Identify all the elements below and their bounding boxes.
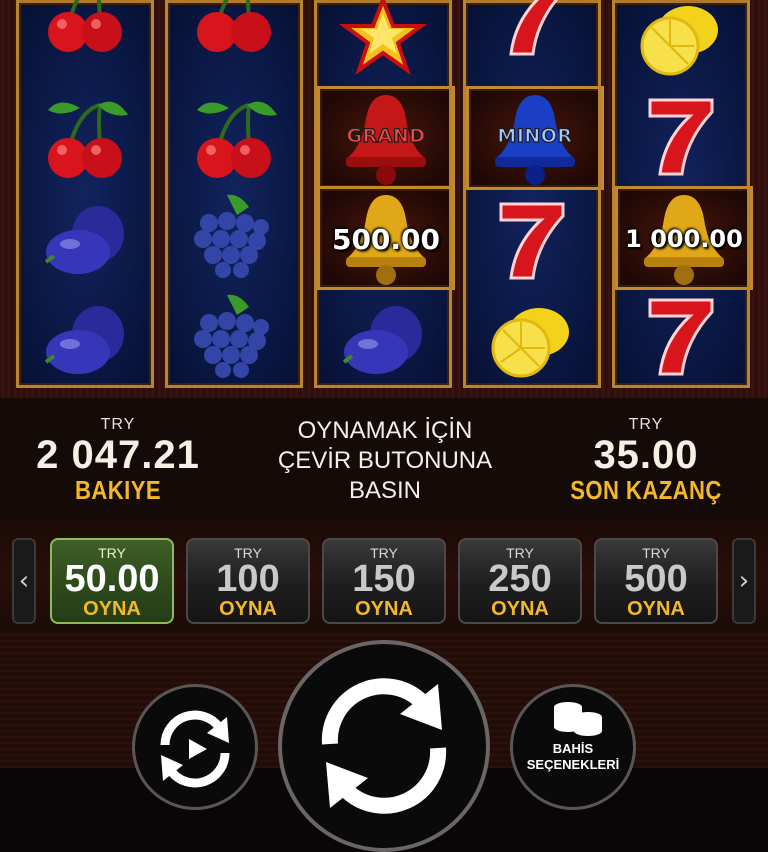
bet-next-arrow[interactable]: › xyxy=(732,538,756,624)
last-win-value: 35.00 xyxy=(593,433,699,477)
seven-icon xyxy=(612,286,750,386)
prompt-line-2: ÇEVİR BUTONUNA xyxy=(277,447,493,474)
bet-value: 150 xyxy=(352,558,416,600)
spin-button[interactable] xyxy=(278,640,490,852)
value-bell-tile: 1 000.00 xyxy=(615,186,753,290)
controls-bar: BAHİS SEÇENEKLERİ xyxy=(0,632,768,852)
value-bell-tile: 500.00 xyxy=(317,186,455,290)
plum-icon xyxy=(16,190,154,290)
bet-prev-arrow[interactable]: ‹ xyxy=(12,538,36,624)
bet-action: OYNA xyxy=(355,598,413,620)
info-bar: TRY 2 047.21 BAKIYE OYNAMAK İÇİN ÇEVİR B… xyxy=(0,398,768,520)
autoplay-button[interactable] xyxy=(132,684,258,810)
bet-strip: TRY 50.00 OYNA TRY 100 OYNA TRY 150 OYNA… xyxy=(0,520,768,632)
seven-icon xyxy=(463,0,601,66)
bet-value: 250 xyxy=(488,558,552,600)
bet-value: 100 xyxy=(216,558,280,600)
bet-options-button[interactable]: BAHİS SEÇENEKLERİ xyxy=(510,684,636,810)
last-win-currency: TRY xyxy=(628,416,664,433)
bet-action: OYNA xyxy=(83,598,141,620)
grapes-icon xyxy=(165,188,303,288)
seven-icon xyxy=(612,86,750,186)
last-win-panel: TRY 35.00 SON KAZANÇ xyxy=(548,416,744,504)
bet-action: OYNA xyxy=(627,598,685,620)
plum-icon xyxy=(314,290,452,390)
bet-options-label: BAHİS SEÇENEKLERİ xyxy=(513,741,633,773)
balance-label: BAKIYE xyxy=(74,475,162,505)
balance-panel: TRY 2 047.21 BAKIYE xyxy=(18,416,218,504)
spin-icon xyxy=(321,678,447,814)
bell-prize-value: 1 000.00 xyxy=(625,225,743,253)
reel-3: GRAND 500.00 xyxy=(314,0,455,390)
reels-area: GRAND 500.00 MINOR 1 000.00 xyxy=(0,0,768,398)
grand-jackpot-label: GRAND xyxy=(346,124,426,147)
bet-button-50[interactable]: TRY 50.00 OYNA xyxy=(50,538,174,624)
bet-action: OYNA xyxy=(219,598,277,620)
autoplay-icon xyxy=(160,710,230,788)
grand-bell-tile: GRAND xyxy=(317,86,455,190)
bet-button-250[interactable]: TRY 250 OYNA xyxy=(458,538,582,624)
bet-value: 50.00 xyxy=(64,558,160,600)
reel-2 xyxy=(165,0,303,388)
cherry-icon xyxy=(16,90,154,190)
bet-button-500[interactable]: TRY 500 OYNA xyxy=(594,538,718,624)
bet-button-150[interactable]: TRY 150 OYNA xyxy=(322,538,446,624)
star-icon xyxy=(314,0,452,86)
cherry-icon xyxy=(16,0,154,64)
lemon-icon xyxy=(463,290,601,390)
spin-prompt: OYNAMAK İÇİN ÇEVİR BUTONUNA BASIN xyxy=(250,416,520,506)
balance-value: 2 047.21 xyxy=(36,433,200,477)
lemon-icon xyxy=(612,0,750,88)
bet-options-line-1: BAHİS xyxy=(552,741,594,756)
chips-icon xyxy=(554,702,602,736)
cherry-icon xyxy=(165,90,303,190)
bet-value: 500 xyxy=(624,558,688,600)
balance-currency: TRY xyxy=(100,416,136,433)
bet-action: OYNA xyxy=(491,598,549,620)
grapes-icon xyxy=(165,288,303,388)
bet-button-100[interactable]: TRY 100 OYNA xyxy=(186,538,310,624)
minor-bell-tile: MINOR xyxy=(466,86,604,190)
reel-5: 1 000.00 xyxy=(612,0,753,388)
bet-options-line-2: SEÇENEKLERİ xyxy=(526,757,620,772)
cherry-icon xyxy=(165,0,303,64)
bell-prize-value: 500.00 xyxy=(331,223,441,256)
plum-icon xyxy=(16,290,154,390)
minor-jackpot-label: MINOR xyxy=(497,124,573,147)
prompt-line-3: BASIN xyxy=(348,477,422,504)
reel-4: MINOR xyxy=(463,0,604,390)
reel-1 xyxy=(16,0,154,388)
seven-icon xyxy=(463,190,601,290)
prompt-line-1: OYNAMAK İÇİN xyxy=(297,417,473,444)
last-win-label: SON KAZANÇ xyxy=(570,475,722,505)
